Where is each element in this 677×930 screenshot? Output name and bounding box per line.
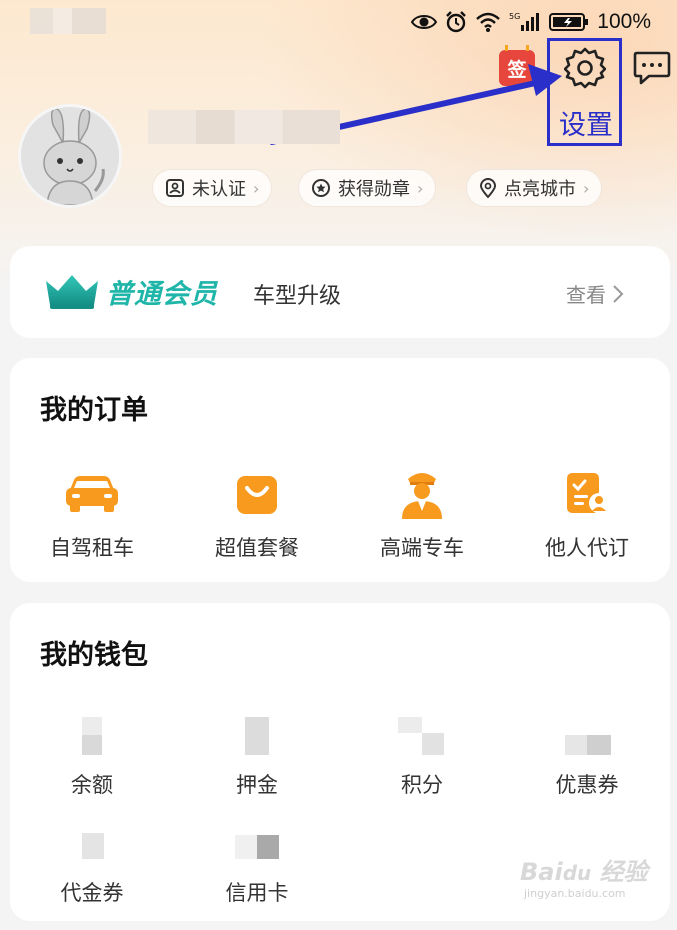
- crown-icon: [46, 275, 98, 309]
- wallet-title: 我的钱包: [40, 640, 148, 671]
- chip-cities-label: 点亮城市: [504, 179, 576, 200]
- membership-card[interactable]: 普通会员 车型升级 查看: [10, 246, 670, 338]
- sign-in-button[interactable]: 签: [499, 45, 535, 86]
- wallet-deposit[interactable]: 押金: [175, 715, 339, 799]
- order-self-drive-label: 自驾租车: [50, 536, 134, 560]
- battery-percent: 100%: [597, 10, 651, 33]
- wallet-vouchers[interactable]: 代金券: [10, 823, 174, 907]
- membership-tier-title: 普通会员: [106, 279, 218, 310]
- car-icon: [66, 476, 118, 512]
- points-value-redacted: [398, 715, 444, 759]
- order-self-drive[interactable]: 自驾租车: [10, 466, 174, 562]
- view-link-label: 查看: [566, 283, 606, 307]
- deposit-value-redacted: [235, 715, 279, 759]
- wifi-icon: [476, 12, 501, 32]
- order-value-package-label: 超值套餐: [215, 536, 299, 560]
- wallet-balance[interactable]: 余额: [10, 715, 174, 799]
- medal-icon: [312, 179, 330, 197]
- order-value-package[interactable]: 超值套餐: [175, 466, 339, 562]
- wallet-credit-card-label: 信用卡: [225, 881, 289, 905]
- shopping-bag-icon: [237, 476, 277, 514]
- username-redacted: [148, 110, 340, 144]
- chip-medals-label: 获得勋章: [338, 179, 410, 200]
- balance-value-redacted: [70, 715, 114, 759]
- cellular-signal-icon: 5G: [509, 12, 540, 31]
- rabbit-avatar-icon: [21, 107, 119, 205]
- wallet-credit-card[interactable]: 信用卡: [175, 823, 339, 907]
- wallet-balance-label: 余额: [71, 773, 113, 797]
- orders-title: 我的订单: [40, 395, 148, 426]
- membership-subtitle: 车型升级: [253, 284, 342, 309]
- clipboard-user-icon: [567, 473, 609, 513]
- order-book-for-others-label: 他人代订: [545, 536, 629, 560]
- baidu-watermark: Baidu 经验 jingyan.baidu.com: [520, 858, 648, 900]
- wallet-vouchers-label: 代金券: [60, 881, 124, 905]
- wallet-points-label: 积分: [401, 773, 443, 797]
- svg-text:5G: 5G: [509, 12, 520, 21]
- coupons-value-redacted: [565, 715, 611, 759]
- wallet-points[interactable]: 积分: [340, 715, 504, 799]
- eye-icon: [411, 15, 438, 29]
- chip-medals[interactable]: 获得勋章 ›: [298, 169, 437, 207]
- credit-card-value-redacted: [235, 823, 279, 867]
- chip-verification-label: 未认证: [192, 179, 246, 200]
- status-icons: 5G 100%: [411, 8, 651, 36]
- order-book-for-others[interactable]: 他人代订: [505, 466, 669, 562]
- chauffeur-icon: [402, 473, 442, 519]
- chevron-right-icon: ›: [583, 178, 590, 198]
- sign-in-label: 签: [507, 58, 527, 81]
- chevron-right-icon: [613, 284, 624, 303]
- annotation-label: 设置: [559, 110, 613, 141]
- order-premium-car-label: 高端专车: [380, 536, 464, 560]
- vouchers-value-redacted: [70, 823, 114, 867]
- order-premium-car[interactable]: 高端专车: [340, 466, 504, 562]
- battery-icon: [549, 13, 589, 31]
- messages-button[interactable]: [632, 48, 672, 88]
- status-time-redacted: [30, 8, 106, 34]
- chat-bubble-icon: [633, 51, 671, 85]
- wallet-coupons[interactable]: 优惠券: [505, 715, 669, 799]
- chip-verification[interactable]: 未认证 ›: [152, 169, 273, 207]
- chevron-right-icon: ›: [417, 178, 424, 198]
- alarm-icon: [446, 11, 467, 33]
- wallet-deposit-label: 押金: [236, 773, 278, 797]
- wallet-coupons-label: 优惠券: [555, 773, 619, 797]
- membership-view-link[interactable]: 查看: [566, 279, 624, 308]
- id-card-icon: [166, 179, 184, 197]
- avatar[interactable]: [18, 104, 122, 208]
- chip-cities[interactable]: 点亮城市 ›: [466, 169, 603, 207]
- orders-card: 我的订单 自驾租车 超值套餐 高端专车 他人代订: [10, 358, 670, 582]
- location-pin-icon: [479, 178, 497, 198]
- chevron-right-icon: ›: [253, 178, 260, 198]
